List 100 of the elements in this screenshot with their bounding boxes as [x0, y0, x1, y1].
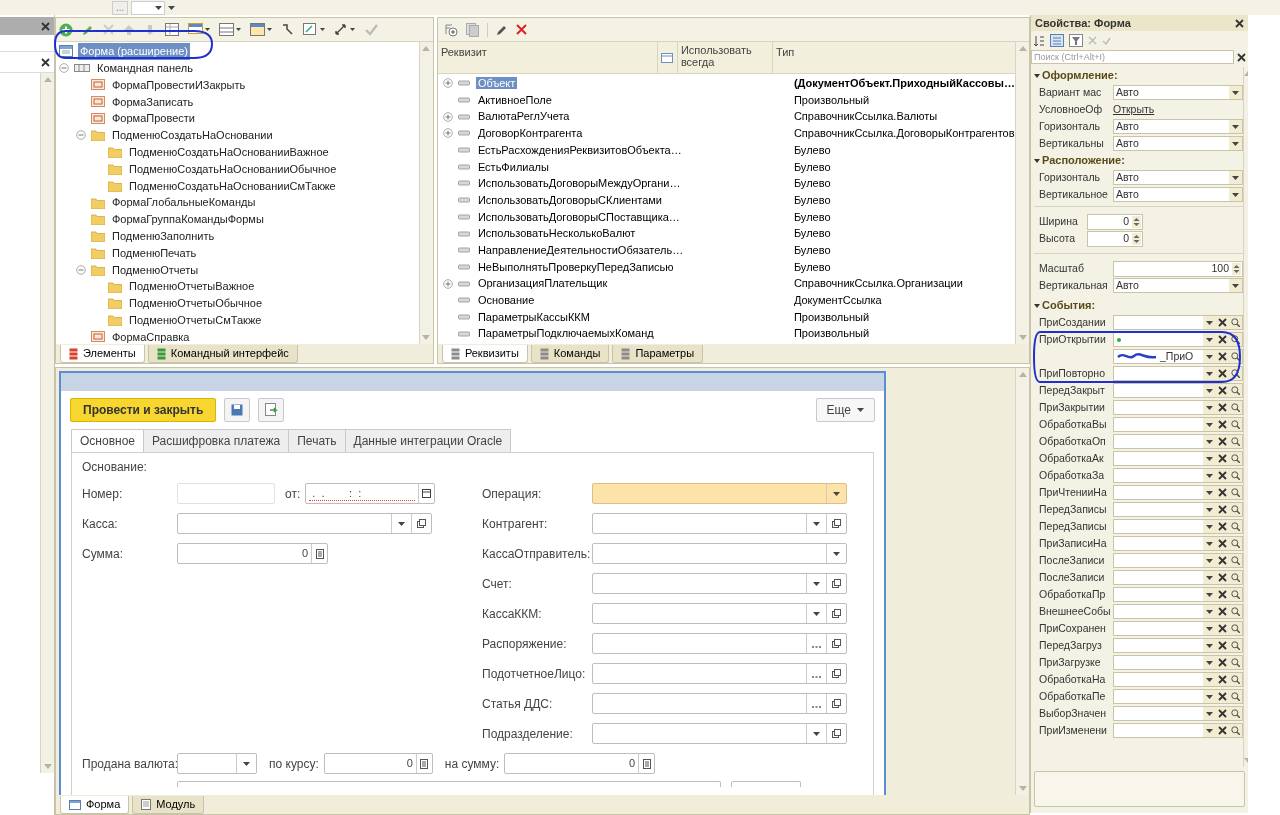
tree-item[interactable]: ПодменюСоздатьНаОсновании	[110, 127, 275, 144]
number-field[interactable]: 0	[1087, 213, 1143, 230]
event-field[interactable]	[1113, 672, 1243, 687]
select-field[interactable]: Авто	[1113, 170, 1243, 185]
form-tab[interactable]: Печать	[288, 429, 346, 453]
event-field[interactable]	[1113, 553, 1243, 568]
event-field[interactable]	[1113, 604, 1243, 619]
input-field[interactable]: 0	[323, 753, 433, 774]
form-tab[interactable]: Основное	[71, 429, 144, 453]
tree-item[interactable]: ФормаГруппаКомандыФормы	[110, 211, 266, 228]
panel-tab[interactable]: Командный интерфейс	[147, 345, 298, 363]
table-cell[interactable]: НеВыполнятьПроверкуПередЗаписью	[475, 260, 676, 273]
tree-item[interactable]: Командная панель	[95, 59, 195, 77]
expand-icon[interactable]	[442, 78, 453, 89]
event-field[interactable]	[1113, 400, 1243, 415]
add-attribute-icon[interactable]	[443, 22, 458, 37]
collapse-icon[interactable]	[1034, 157, 1040, 164]
clear-search-icon[interactable]	[1237, 52, 1246, 62]
input-field[interactable]	[592, 543, 847, 564]
event-field[interactable]	[1113, 383, 1243, 398]
table-cell[interactable]: ИспользоватьДоговорыМеждуОргани…	[475, 177, 683, 190]
section-title[interactable]: Оформление:	[1042, 67, 1118, 84]
form-tab[interactable]: Данные интеграции Oracle	[344, 429, 512, 453]
collapse-icon[interactable]	[1034, 72, 1040, 79]
panel-tab[interactable]: Модуль	[132, 796, 205, 814]
event-field[interactable]	[1113, 536, 1243, 551]
event-field[interactable]: _ПриО	[1113, 349, 1243, 364]
check-icon[interactable]	[1102, 36, 1111, 45]
dropdown-field[interactable]	[131, 0, 166, 15]
panel-tab[interactable]: Команды	[530, 345, 610, 363]
tree-item[interactable]: ПодменюСоздатьНаОснованииОбычное	[127, 160, 339, 178]
input-field[interactable]	[592, 693, 847, 714]
tree-item[interactable]: ПодменюОтчетыОбычное	[127, 295, 265, 312]
panel-tab[interactable]: Элементы	[60, 345, 145, 363]
table-cell[interactable]: ДоговорКонтрагента	[475, 127, 585, 140]
table-cell[interactable]: АктивноеПоле	[475, 93, 554, 106]
input-field[interactable]: 0	[177, 543, 328, 564]
categories-icon[interactable]	[1050, 34, 1064, 47]
input-field[interactable]	[592, 573, 847, 594]
tree-item[interactable]: ПодменюОтчетыСмТакже	[127, 311, 264, 329]
connector-icon[interactable]	[281, 23, 294, 36]
close-icon[interactable]	[41, 21, 50, 31]
sort-icon[interactable]	[1034, 34, 1045, 47]
event-field[interactable]	[1113, 366, 1243, 381]
tree-item[interactable]: ФормаСправка	[110, 328, 192, 346]
tree-item[interactable]: ФормаПровестиИЗакрыть	[110, 76, 248, 94]
event-field[interactable]	[1113, 417, 1243, 432]
check-icon[interactable]	[365, 23, 378, 36]
input-field[interactable]	[592, 723, 847, 744]
table-cell[interactable]: ЕстьФилиалы	[475, 160, 551, 173]
table-cell[interactable]: ИспользоватьНесколькоВалют	[475, 227, 638, 240]
resize-icon[interactable]	[303, 23, 325, 36]
panel-tab[interactable]: Параметры	[612, 345, 704, 363]
close-icon[interactable]	[1235, 18, 1244, 28]
event-field[interactable]	[1113, 689, 1243, 704]
tree-item[interactable]: ПодменюПечать	[110, 244, 199, 262]
event-field[interactable]	[1113, 655, 1243, 670]
tree-item[interactable]: ПодменюОтчеты	[110, 261, 201, 278]
tree-item[interactable]: ФормаЗаписать	[110, 93, 196, 111]
table-cell[interactable]: ИспользоватьДоговорыСКлиентами	[475, 193, 664, 206]
tree-item[interactable]: ПодменюОтчетыВажное	[127, 278, 257, 295]
table-cell[interactable]: ЕстьРасхожденияРеквизитовОбъекта…	[475, 143, 684, 156]
input-field[interactable]	[177, 753, 257, 774]
event-field[interactable]	[1113, 485, 1243, 500]
panel-tab[interactable]: Реквизиты	[441, 345, 528, 363]
input-field[interactable]	[592, 633, 847, 654]
event-field[interactable]	[1113, 468, 1243, 483]
event-field[interactable]	[1113, 519, 1243, 534]
event-field[interactable]	[1113, 621, 1243, 636]
event-field[interactable]	[1113, 451, 1243, 466]
delete-icon[interactable]	[515, 24, 527, 35]
tree-item[interactable]: ФормаПровести	[110, 110, 197, 127]
input-field[interactable]	[592, 663, 847, 684]
arrows-icon[interactable]	[334, 23, 356, 36]
table-cell[interactable]: Основание	[475, 294, 537, 307]
monitor-icon[interactable]	[188, 23, 210, 36]
layout-icon[interactable]	[219, 23, 241, 36]
table-cell[interactable]: ПараметрыПодключаемыхКоманд	[475, 327, 656, 340]
input-field[interactable]	[592, 603, 847, 624]
event-field[interactable]	[1113, 570, 1243, 585]
input-field[interactable]	[592, 513, 847, 534]
table-cell[interactable]: ИспользоватьДоговорыСПоставщика…	[475, 210, 682, 223]
section-title[interactable]: События:	[1042, 297, 1096, 314]
input-field[interactable]	[177, 513, 432, 534]
more-button[interactable]: Еще	[815, 398, 875, 422]
collapse-icon[interactable]	[1034, 302, 1040, 309]
open-link[interactable]: Открыть	[1113, 101, 1155, 118]
form-tab[interactable]: Расшифровка платежа	[143, 429, 290, 453]
event-field[interactable]	[1113, 502, 1243, 517]
select-field[interactable]: Авто	[1113, 136, 1243, 151]
select-field[interactable]: Авто	[1113, 119, 1243, 134]
expand-icon[interactable]	[442, 128, 453, 139]
section-title[interactable]: Расположение:	[1042, 152, 1125, 169]
window-icon[interactable]	[250, 23, 272, 36]
clear-icon[interactable]	[41, 57, 50, 67]
input-field[interactable]	[592, 483, 847, 504]
pencil-icon[interactable]	[495, 23, 508, 36]
post-button[interactable]	[258, 398, 285, 422]
event-field[interactable]	[1113, 434, 1243, 449]
move-up-icon[interactable]	[123, 23, 135, 36]
